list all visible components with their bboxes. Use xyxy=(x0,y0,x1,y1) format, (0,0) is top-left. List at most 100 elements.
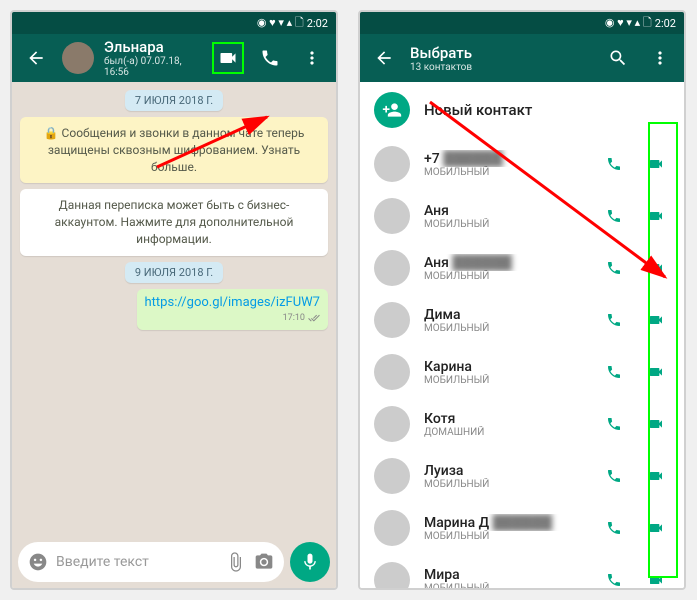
contact-row[interactable]: Аня ██████ МОБИЛЬНЫЙ xyxy=(360,242,684,294)
video-call-contact-button[interactable] xyxy=(642,416,670,432)
contact-info: Луиза МОБИЛЬНЫЙ xyxy=(424,463,586,490)
contact-avatar xyxy=(374,250,410,286)
picker-app-bar: Выбрать 13 контактов xyxy=(360,34,684,82)
video-call-contact-button[interactable] xyxy=(642,468,670,484)
contact-row[interactable]: Марина Д ██████ МОБИЛЬНЫЙ xyxy=(360,502,684,554)
video-call-contact-button[interactable] xyxy=(642,208,670,224)
status-time: 2:02 xyxy=(307,17,328,30)
video-call-contact-button[interactable] xyxy=(642,364,670,380)
contact-avatar xyxy=(374,354,410,390)
voice-call-contact-button[interactable] xyxy=(600,572,628,588)
contact-picker-screen: ◉ ♥ ▾ ▴ 🗋 2:02 Выбрать 13 контактов Новы… xyxy=(358,10,686,590)
voice-call-contact-button[interactable] xyxy=(600,260,628,276)
video-call-button[interactable] xyxy=(212,42,244,74)
contact-type: МОБИЛЬНЫЙ xyxy=(424,167,586,178)
contact-type: МОБИЛЬНЫЙ xyxy=(424,219,586,230)
contact-name: Марина Д ██████ xyxy=(424,514,586,531)
picker-title: Выбрать xyxy=(410,44,592,62)
contact-title-block[interactable]: Эльнара был(-а) 07.07.18, 16:56 xyxy=(104,38,202,78)
contact-type: МОБИЛЬНЫЙ xyxy=(424,271,586,282)
video-call-contact-button[interactable] xyxy=(642,312,670,328)
contact-info: Марина Д ██████ МОБИЛЬНЫЙ xyxy=(424,514,586,542)
contact-avatar xyxy=(374,458,410,494)
add-contact-icon xyxy=(374,92,410,128)
contact-avatar xyxy=(374,510,410,546)
contact-name: Котя xyxy=(424,411,586,427)
contact-name: Дима xyxy=(424,307,586,323)
contact-name: Аня xyxy=(424,203,586,219)
contact-type: ДОМАШНИЙ xyxy=(424,427,586,438)
contact-list[interactable]: Новый контакт +7 ██████ МОБИЛЬНЫЙ Аня МО… xyxy=(360,82,684,588)
contact-name: Эльнара xyxy=(104,38,202,56)
contact-row[interactable]: Дима МОБИЛЬНЫЙ xyxy=(360,294,684,346)
voice-call-contact-button[interactable] xyxy=(600,364,628,380)
video-call-contact-button[interactable] xyxy=(642,572,670,588)
video-call-contact-button[interactable] xyxy=(642,156,670,172)
contact-info: +7 ██████ МОБИЛЬНЫЙ xyxy=(424,150,586,178)
contact-name: +7 ██████ xyxy=(424,150,586,167)
contact-avatar xyxy=(374,562,410,588)
status-time-2: 2:02 xyxy=(655,17,676,30)
voice-call-contact-button[interactable] xyxy=(600,312,628,328)
new-contact-label: Новый контакт xyxy=(424,101,532,119)
business-notice[interactable]: Данная переписка может быть с бизнес-акк… xyxy=(20,189,328,255)
contact-avatar xyxy=(374,406,410,442)
message-input[interactable]: Введите текст xyxy=(18,542,284,582)
contact-info: Котя ДОМАШНИЙ xyxy=(424,411,586,438)
contact-row[interactable]: +7 ██████ МОБИЛЬНЫЙ xyxy=(360,138,684,190)
contact-name: Луиза xyxy=(424,463,586,479)
contact-row[interactable]: Аня МОБИЛЬНЫЙ xyxy=(360,190,684,242)
contact-info: Карина МОБИЛЬНЫЙ xyxy=(424,359,586,386)
contact-avatar[interactable] xyxy=(62,42,94,74)
date-divider-2: 9 ИЮЛЯ 2018 Г. xyxy=(125,262,223,283)
contact-row[interactable]: Мира МОБИЛЬНЫЙ xyxy=(360,554,684,588)
contact-avatar xyxy=(374,302,410,338)
more-menu-button-2[interactable] xyxy=(644,42,676,74)
contact-name: Мира xyxy=(424,567,586,583)
message-meta: 17:10 xyxy=(145,312,320,324)
attach-icon[interactable] xyxy=(226,552,246,572)
contact-avatar xyxy=(374,146,410,182)
contact-info: Дима МОБИЛЬНЫЙ xyxy=(424,307,586,334)
back-button[interactable] xyxy=(20,42,52,74)
voice-call-contact-button[interactable] xyxy=(600,468,628,484)
new-contact-row[interactable]: Новый контакт xyxy=(360,82,684,138)
last-seen: был(-а) 07.07.18, 16:56 xyxy=(104,56,202,78)
voice-call-contact-button[interactable] xyxy=(600,208,628,224)
more-menu-button[interactable] xyxy=(296,42,328,74)
video-call-contact-button[interactable] xyxy=(642,260,670,276)
chat-app-bar: Эльнара был(-а) 07.07.18, 16:56 xyxy=(12,34,336,82)
encryption-notice[interactable]: 🔒 Сообщения и звонки в данном чате тепер… xyxy=(20,117,328,183)
contact-row[interactable]: Котя ДОМАШНИЙ xyxy=(360,398,684,450)
voice-call-contact-button[interactable] xyxy=(600,416,628,432)
contact-type: МОБИЛЬНЫЙ xyxy=(424,531,586,542)
status-bar: ◉ ♥ ▾ ▴ 🗋 2:02 xyxy=(12,12,336,34)
chat-screen: ◉ ♥ ▾ ▴ 🗋 2:02 Эльнара был(-а) 07.07.18,… xyxy=(10,10,338,590)
message-input-bar: Введите текст xyxy=(12,536,336,588)
search-button[interactable] xyxy=(602,42,634,74)
contact-name: Аня ██████ xyxy=(424,254,586,271)
contact-info: Аня МОБИЛЬНЫЙ xyxy=(424,203,586,230)
status-bar-2: ◉ ♥ ▾ ▴ 🗋 2:02 xyxy=(360,12,684,34)
picker-title-block: Выбрать 13 контактов xyxy=(410,44,592,73)
voice-call-contact-button[interactable] xyxy=(600,156,628,172)
contact-avatar xyxy=(374,198,410,234)
picker-subtitle: 13 контактов xyxy=(410,62,592,73)
contact-row[interactable]: Луиза МОБИЛЬНЫЙ xyxy=(360,450,684,502)
date-divider-1: 7 ИЮЛЯ 2018 Г. xyxy=(125,90,223,111)
voice-call-contact-button[interactable] xyxy=(600,520,628,536)
mic-button[interactable] xyxy=(290,542,330,582)
voice-call-button[interactable] xyxy=(254,42,286,74)
outgoing-message[interactable]: https://goo.gl/images/izFUW7 17:10 xyxy=(137,289,328,330)
video-call-contact-button[interactable] xyxy=(642,520,670,536)
contact-type: МОБИЛЬНЫЙ xyxy=(424,479,586,490)
back-button-2[interactable] xyxy=(368,42,400,74)
contact-row[interactable]: Карина МОБИЛЬНЫЙ xyxy=(360,346,684,398)
chat-messages: 7 ИЮЛЯ 2018 Г. 🔒 Сообщения и звонки в да… xyxy=(12,82,336,536)
camera-icon[interactable] xyxy=(254,552,274,572)
emoji-icon[interactable] xyxy=(28,552,48,572)
contact-name: Карина xyxy=(424,359,586,375)
contact-info: Аня ██████ МОБИЛЬНЫЙ xyxy=(424,254,586,282)
status-icons-2: ◉ ♥ ▾ ▴ 🗋 xyxy=(605,14,652,33)
contact-type: МОБИЛЬНЫЙ xyxy=(424,583,586,589)
